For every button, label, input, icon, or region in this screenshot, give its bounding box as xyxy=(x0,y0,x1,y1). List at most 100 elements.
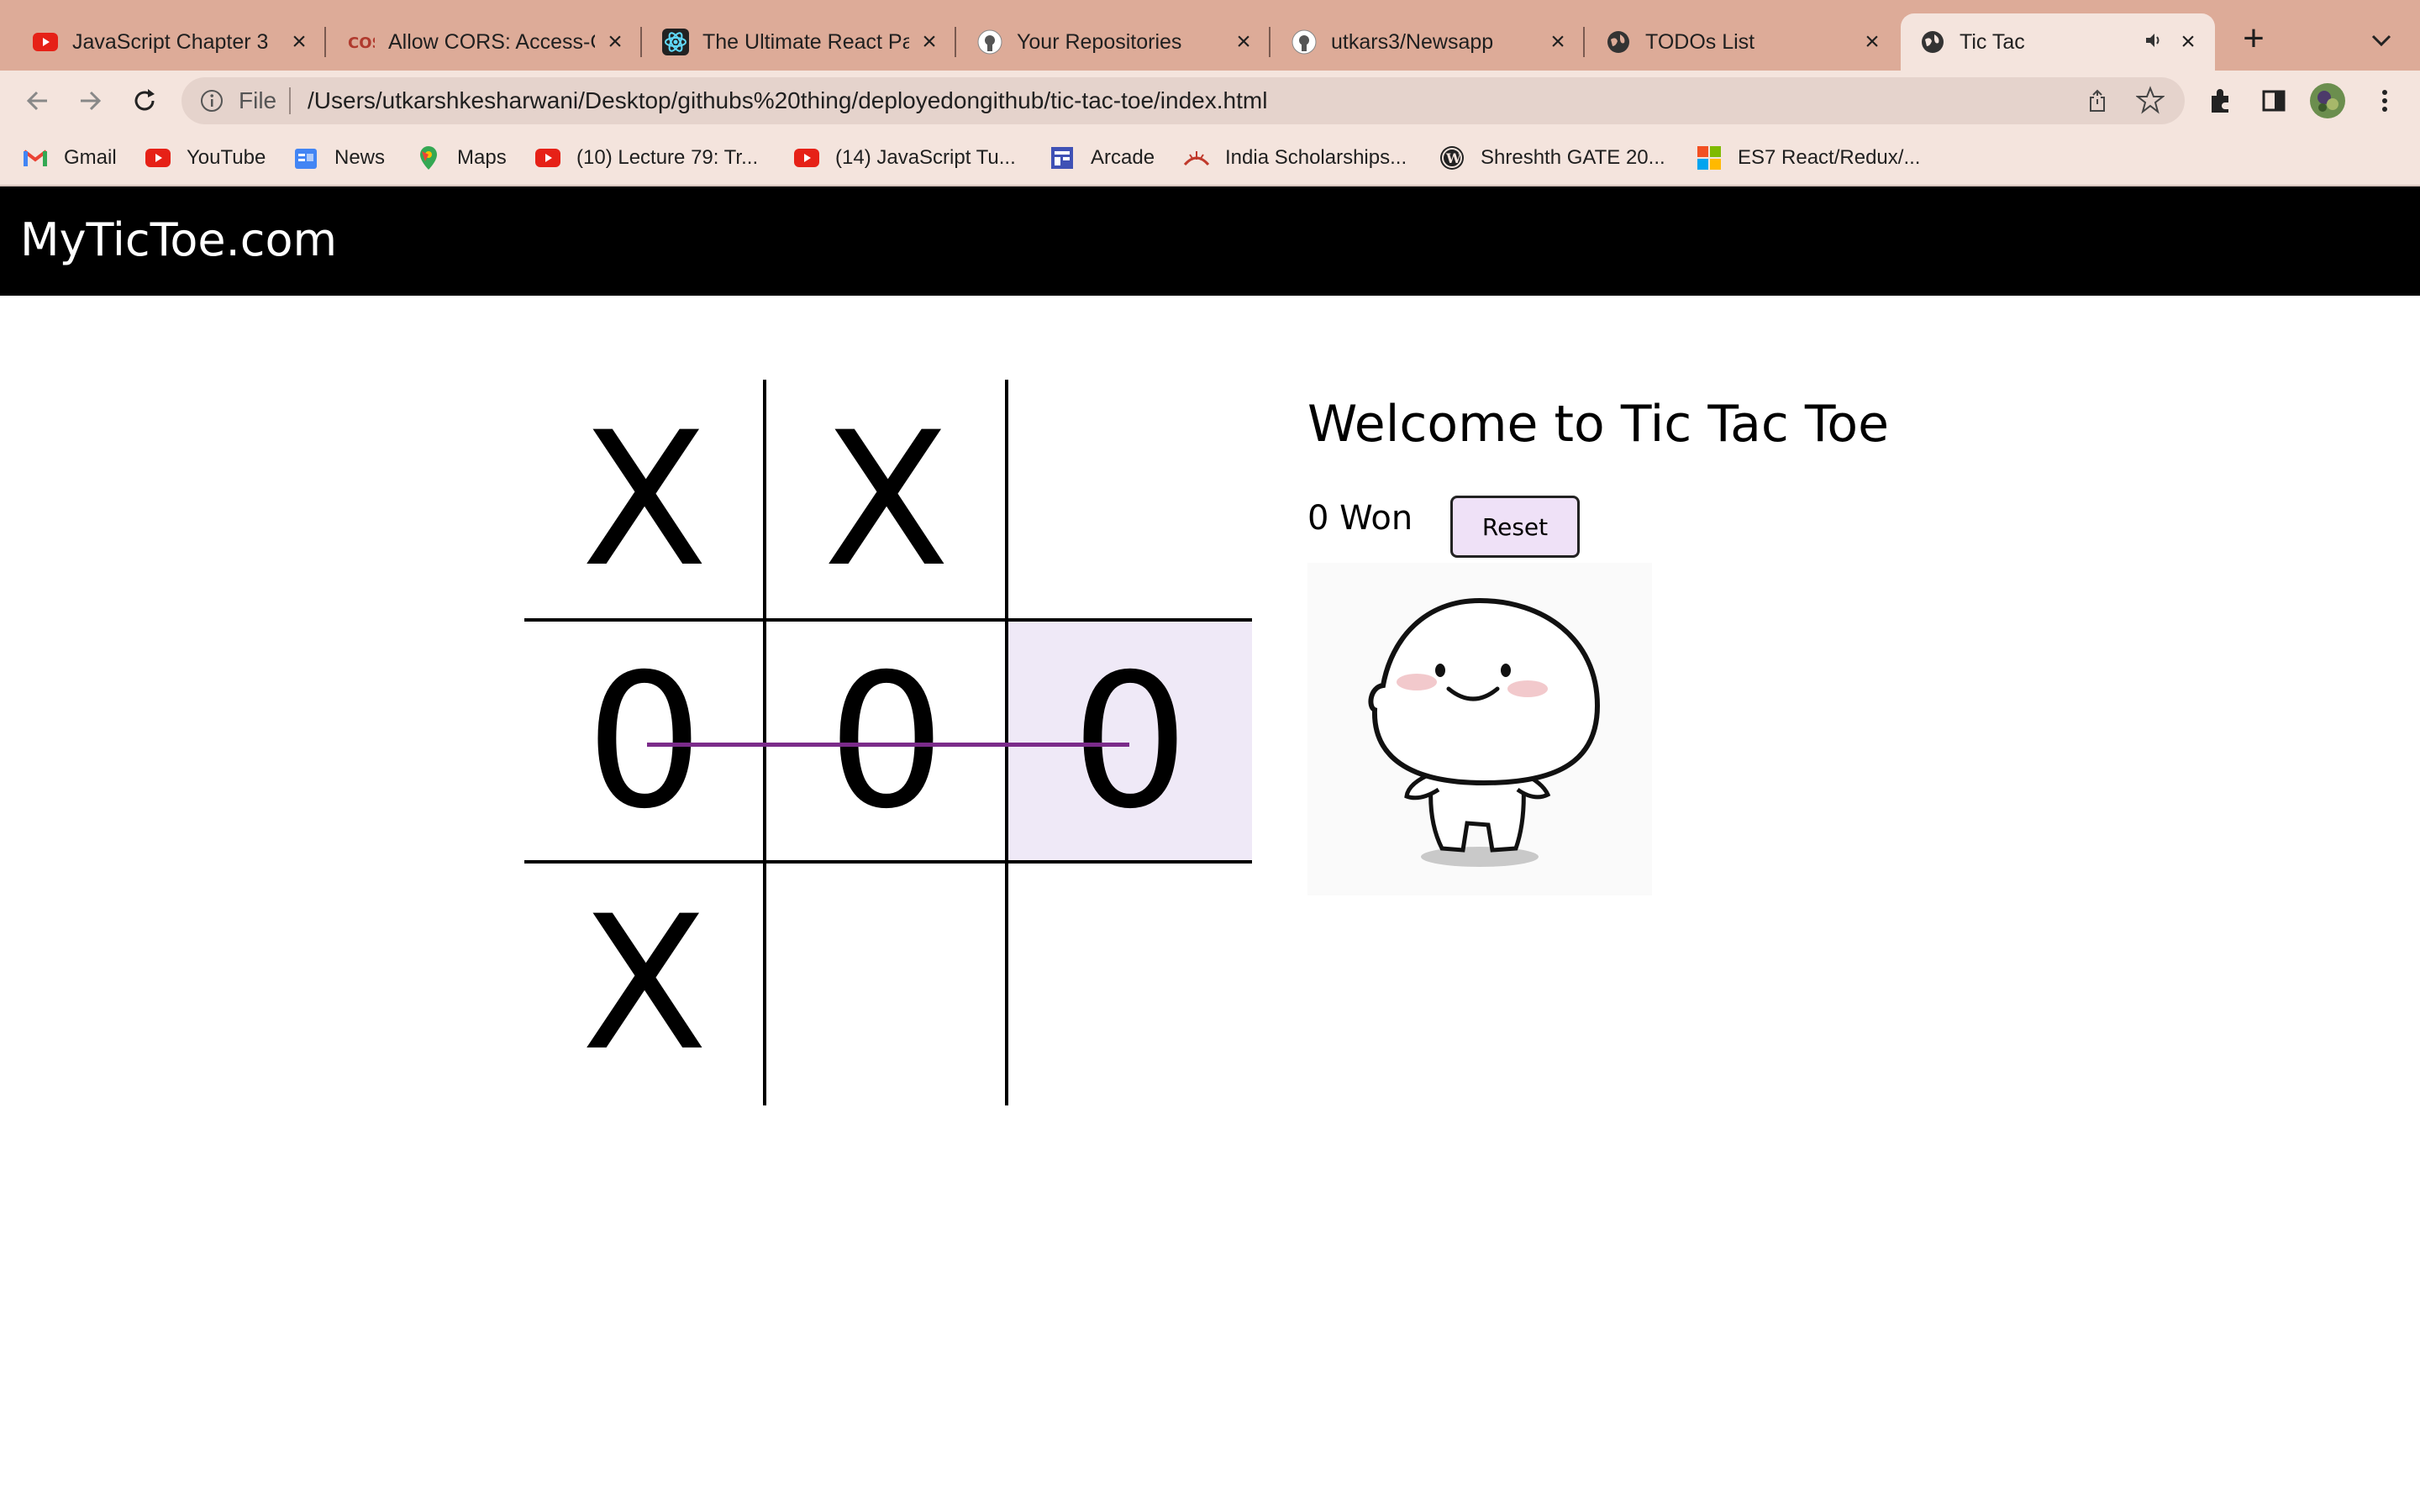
scholarship-icon xyxy=(1183,144,1210,171)
board-cell-3[interactable] xyxy=(1008,380,1249,620)
close-icon[interactable]: × xyxy=(603,28,627,56)
bookmark-shreshth-gate[interactable]: W Shreshth GATE 20... xyxy=(1439,143,1665,173)
bookmark-arcade[interactable]: Arcade xyxy=(1049,143,1155,173)
address-bar[interactable]: File /Users/utkarshkesharwani/Desktop/gi… xyxy=(182,77,2185,124)
bookmark-gmail[interactable]: Gmail xyxy=(22,143,117,173)
more-menu-icon[interactable] xyxy=(2370,86,2400,116)
reset-button[interactable]: Reset xyxy=(1450,496,1580,558)
tab-ultimate-react[interactable]: The Ultimate React Pa × xyxy=(644,13,956,71)
close-icon[interactable]: × xyxy=(2176,28,2200,56)
close-icon[interactable]: × xyxy=(918,28,941,56)
microsoft-icon xyxy=(1696,144,1723,171)
omnibox-divider xyxy=(289,87,291,114)
bookmark-javascript-tutorial[interactable]: (14) JavaScript Tu... xyxy=(793,143,1016,173)
tab-tic-tac[interactable]: Tic Tac × xyxy=(1901,13,2215,71)
game-status: 0 Won xyxy=(1307,499,1413,538)
tab-title: Tic Tac xyxy=(1960,29,2025,54)
gmail-icon xyxy=(22,144,49,171)
game-board: X X 0 0 0 X xyxy=(524,380,1252,1105)
react-icon xyxy=(662,29,689,55)
bookmark-lecture-79[interactable]: (10) Lecture 79: Tr... xyxy=(534,143,758,173)
board-cell-9[interactable] xyxy=(1008,864,1249,1104)
board-cell-7[interactable]: X xyxy=(524,864,765,1104)
tab-allow-cors[interactable]: COS Allow CORS: Access-C × xyxy=(329,13,642,71)
tab-title: Allow CORS: Access-C xyxy=(388,29,595,54)
bookmark-maps[interactable]: Maps xyxy=(415,143,507,173)
svg-text:W: W xyxy=(1445,150,1462,166)
site-title[interactable]: MyTicToe.com xyxy=(20,213,337,266)
star-icon[interactable] xyxy=(2135,86,2165,114)
youtube-icon xyxy=(793,144,820,171)
site-header: MyTicToe.com xyxy=(0,186,2420,296)
chevron-down-icon[interactable] xyxy=(2365,24,2398,57)
reload-button[interactable] xyxy=(126,82,163,119)
arcade-icon xyxy=(1049,144,1076,171)
cors-icon: COS xyxy=(348,29,375,55)
svg-text:COS: COS xyxy=(348,34,375,51)
wordpress-icon: W xyxy=(1439,144,1465,171)
bookmark-label: India Scholarships... xyxy=(1225,146,1407,169)
new-tab-button[interactable]: + xyxy=(2232,17,2275,60)
news-icon xyxy=(292,144,319,171)
winning-strike-line xyxy=(647,743,1129,747)
bookmark-label: Gmail xyxy=(64,146,117,169)
url-text[interactable]: /Users/utkarshkesharwani/Desktop/githubs… xyxy=(308,87,1267,114)
youtube-icon xyxy=(32,29,59,55)
tab-separator xyxy=(1269,27,1270,57)
tab-title: utkars3/Newsapp xyxy=(1331,29,1494,54)
info-icon[interactable] xyxy=(200,89,224,113)
tab-separator xyxy=(640,27,642,57)
extensions-icon[interactable] xyxy=(2205,86,2235,116)
bookmark-label: Shreshth GATE 20... xyxy=(1481,146,1665,169)
board-cell-1[interactable]: X xyxy=(524,380,765,620)
celebration-mascot-image xyxy=(1307,563,1652,895)
maps-icon xyxy=(415,144,442,171)
youtube-icon xyxy=(145,144,171,171)
welcome-heading: Welcome to Tic Tac Toe xyxy=(1307,395,1889,454)
youtube-icon xyxy=(534,144,561,171)
tab-separator xyxy=(955,27,956,57)
bookmark-news[interactable]: News xyxy=(292,143,385,173)
tab-title: JavaScript Chapter 3 xyxy=(72,29,269,54)
bookmark-label: ES7 React/Redux/... xyxy=(1738,146,1921,169)
board-grid-line xyxy=(524,860,1252,864)
bookmark-label: News xyxy=(334,146,386,169)
tab-title: The Ultimate React Pa xyxy=(702,29,909,54)
globe-icon xyxy=(1605,29,1632,55)
browser-toolbar: File /Users/utkarshkesharwani/Desktop/gi… xyxy=(0,71,2420,131)
bookmark-india-scholarships[interactable]: India Scholarships... xyxy=(1183,143,1407,173)
tab-separator xyxy=(1583,27,1585,57)
board-cell-8[interactable] xyxy=(766,864,1007,1104)
tab-title: TODOs List xyxy=(1645,29,1755,54)
bookmark-label: Arcade xyxy=(1091,146,1155,169)
scheme-label: File xyxy=(239,87,277,113)
board-cell-6[interactable]: 0 xyxy=(1008,622,1252,862)
avatar[interactable] xyxy=(2309,82,2346,119)
bookmark-label: Maps xyxy=(457,146,507,169)
close-icon[interactable]: × xyxy=(1546,28,1570,56)
board-cell-2[interactable]: X xyxy=(766,380,1007,620)
board-cell-4[interactable]: 0 xyxy=(524,622,765,862)
tab-todos-list[interactable]: TODOs List × xyxy=(1586,13,1899,71)
bookmark-label: (10) Lecture 79: Tr... xyxy=(576,146,759,169)
forward-button[interactable] xyxy=(72,82,109,119)
bookmark-youtube[interactable]: YouTube xyxy=(145,143,266,173)
close-icon[interactable]: × xyxy=(1860,28,1884,56)
tab-newsapp[interactable]: utkars3/Newsapp × xyxy=(1272,13,1585,71)
bookmarks-bar: Gmail YouTube News Maps (10) Lecture 79:… xyxy=(0,131,2420,186)
tab-javascript-chapter[interactable]: JavaScript Chapter 3 × xyxy=(13,13,326,71)
board-cell-5[interactable]: 0 xyxy=(766,622,1007,862)
speaker-icon[interactable] xyxy=(2144,30,2168,55)
bookmark-label: YouTube xyxy=(187,146,266,169)
board-grid-line xyxy=(524,618,1252,622)
back-button[interactable] xyxy=(18,82,55,119)
share-icon[interactable] xyxy=(2084,87,2111,114)
github-icon xyxy=(976,29,1003,55)
tab-your-repositories[interactable]: Your Repositories × xyxy=(958,13,1270,71)
bookmark-es7-react[interactable]: ES7 React/Redux/... xyxy=(1696,143,1920,173)
browser-tab-strip: JavaScript Chapter 3 × COS Allow CORS: A… xyxy=(0,0,2420,71)
close-icon[interactable]: × xyxy=(287,28,311,56)
side-panel-icon[interactable] xyxy=(2259,86,2289,116)
close-icon[interactable]: × xyxy=(1232,28,1255,56)
globe-icon xyxy=(1919,29,1946,55)
